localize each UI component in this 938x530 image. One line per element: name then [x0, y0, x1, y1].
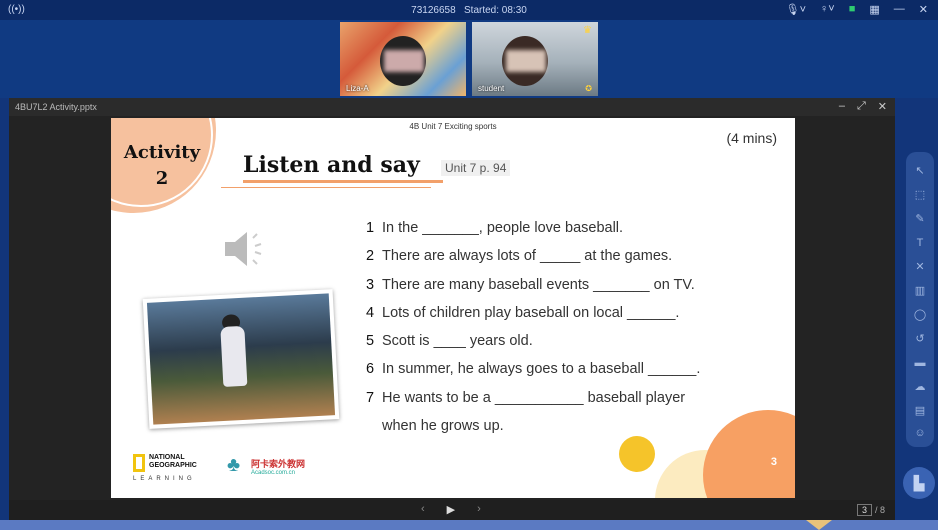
pen-icon[interactable]: ✎ — [913, 212, 927, 226]
time-label: (4 mins) — [726, 130, 777, 146]
title-underline-thin — [221, 187, 431, 188]
cloud-icon[interactable]: ☁ — [913, 380, 927, 394]
ppt-bottom-bar: ‹ ▶ › 3/ 8 — [9, 500, 895, 520]
ng-learning-text: LEARNING — [133, 476, 196, 482]
green-status-icon[interactable]: ■ — [849, 3, 856, 16]
grid-icon[interactable]: ▦ — [869, 3, 879, 16]
text-icon[interactable]: T — [913, 236, 927, 250]
question-item: 1 In the _______, people love baseball. — [366, 220, 624, 236]
annotation-toolbar: ↖ ⬚ ✎ T ✕ ▥ ◯ ↺ ▬ ☁ ▤ ☺ — [906, 152, 934, 447]
video-tile-student[interactable]: ♛ student ✪ — [472, 22, 598, 96]
question-list: 1 In the _______, people love baseball. 2… — [366, 214, 786, 440]
slide-top-caption: 4B Unit 7 Exciting sports — [409, 122, 497, 131]
question-item: 6 In summer, he always goes to a baseball… — [366, 361, 701, 378]
boot-icon[interactable]: ▙ — [903, 467, 935, 499]
shape-icon[interactable]: ◯ — [913, 308, 927, 322]
page-total: / 8 — [874, 505, 885, 515]
slide-title: Listen and say — [243, 152, 420, 178]
fullscreen-icon[interactable]: ⤢ — [857, 100, 866, 113]
slide-number: 3 — [770, 456, 777, 468]
meeting-id: 73126658 — [411, 5, 456, 16]
decor-circle-yellow — [619, 436, 655, 472]
ppt-titlebar: 4BU7L2 Activity.pptx – ⤢ ✕ — [9, 98, 895, 116]
question-item: 2 There are always lots of _____ at the g… — [366, 248, 673, 265]
title-underline — [243, 180, 443, 183]
acadsoc-cn-name: 阿卡索外教网 — [251, 459, 306, 469]
tree-icon: ♣ — [227, 454, 241, 476]
slide-navigation: ‹ ▶ › — [421, 503, 481, 516]
question-item: 5 Scott is ____ years old. — [366, 333, 533, 350]
meeting-started: Started: 08:30 — [464, 5, 527, 16]
speaker-icon[interactable] — [219, 224, 269, 274]
acadsoc-url: Acadsoc.com.cn — [251, 470, 296, 476]
activity-word: Activity — [123, 142, 201, 163]
unit-reference: Unit 7 p. 94 — [441, 160, 511, 176]
select-icon[interactable]: ↖ — [913, 164, 927, 178]
meeting-top-bar: ((•)) 73126658 Started: 08:30 🎙˅ ♀˅ ■ ▦ … — [0, 0, 938, 20]
baseball-photo — [142, 289, 340, 429]
ppt-filename: 4BU7L2 Activity.pptx — [15, 102, 97, 112]
pointer-cursor-icon: ▶ — [446, 504, 456, 516]
ng-logo-text: NATIONAL GEOGRAPHIC — [149, 454, 197, 469]
eraser-icon[interactable]: ✕ — [913, 260, 927, 274]
pitcher-figure — [220, 325, 248, 387]
minimize-icon[interactable]: — — [894, 3, 905, 16]
minimize-icon[interactable]: – — [839, 100, 845, 113]
toolbox-icon[interactable]: ▤ — [913, 404, 927, 418]
video-tile-teacher[interactable]: Liza-A — [340, 22, 466, 96]
prev-slide-icon[interactable]: ‹ — [421, 503, 425, 516]
top-controls: 🎙˅ ♀˅ ■ ▦ — ✕ — [786, 3, 928, 16]
page-input[interactable]: 3 — [856, 504, 872, 516]
ng-yellow-frame-icon — [133, 454, 145, 472]
question-item: 4 Lots of children play baseball on local… — [366, 304, 680, 321]
close-icon[interactable]: ✕ — [878, 100, 887, 113]
acadsoc-logo: ♣ 阿卡索外教网 Acadsoc.com.cn — [227, 454, 317, 484]
ppt-window: 4BU7L2 Activity.pptx – ⤢ ✕ Activity 2 4B… — [9, 98, 895, 520]
national-geographic-logo: NATIONAL GEOGRAPHIC LEARNING — [133, 454, 203, 484]
participant-name: Liza-A — [346, 84, 369, 93]
question-item: 7 He wants to be a ___________ baseball p… — [366, 389, 686, 406]
video-strip: Liza-A ♛ student ✪ — [0, 20, 938, 98]
close-icon[interactable]: ✕ — [919, 3, 928, 16]
next-slide-icon[interactable]: › — [477, 503, 481, 516]
undo-icon[interactable]: ↺ — [913, 332, 927, 346]
baseball-photo-scene — [146, 293, 336, 425]
privacy-blur — [506, 50, 546, 72]
question-item: 3 There are many baseball events _______ … — [366, 276, 695, 293]
privacy-blur — [384, 50, 424, 72]
person-icon[interactable]: ♀˅ — [820, 3, 835, 16]
laser-icon[interactable]: ⬚ — [913, 188, 927, 202]
crown-icon: ♛ — [583, 25, 592, 36]
participant-name: student — [478, 84, 505, 93]
trash-icon[interactable]: ▥ — [913, 284, 927, 298]
microphone-icon[interactable]: 🎙˅ — [786, 3, 806, 16]
award-icon: ✪ — [585, 84, 592, 93]
activity-label: Activity 2 — [117, 140, 207, 192]
footer-strip — [0, 520, 938, 530]
slide: Activity 2 4B Unit 7 Exciting sports (4 … — [111, 118, 795, 498]
chat-icon[interactable]: ▬ — [913, 356, 927, 370]
slide-pager: 3/ 8 — [856, 504, 885, 516]
activity-number: 2 — [155, 168, 169, 189]
users-icon[interactable]: ☺ — [913, 426, 927, 440]
ppt-window-controls: – ⤢ ✕ — [839, 100, 887, 113]
